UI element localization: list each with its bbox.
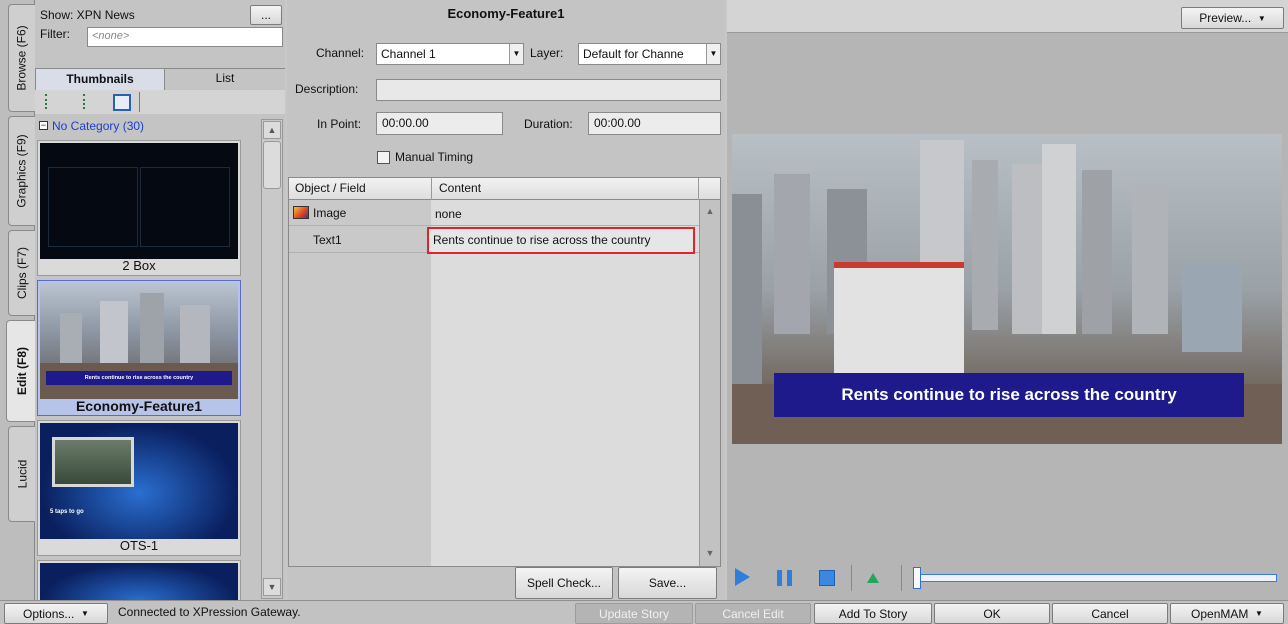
cue-icon[interactable] [867,573,879,583]
description-input[interactable] [376,79,721,101]
duration-input[interactable]: 00:00.00 [588,112,721,135]
openmam-button[interactable]: OpenMAM ▼ [1170,603,1284,624]
play-icon[interactable] [735,568,750,586]
timeline-slider-handle[interactable] [913,567,921,589]
editor-title: Economy-Feature1 [447,6,565,21]
content-column [431,200,699,566]
browse-panel: Show: XPN News ... Filter: <none> Thumbn… [35,0,285,601]
tab-list[interactable]: List [165,68,285,90]
cancel-button[interactable]: Cancel [1052,603,1168,624]
preview-button[interactable]: Preview... ▼ [1181,7,1284,29]
in-point-label: In Point: [317,117,362,131]
thumbnail-image [40,143,238,259]
preview-panel: Preview... ▼ Rents continue to rise acro… [727,0,1288,600]
duration-label: Duration: [524,117,573,131]
add-to-story-button[interactable]: Add To Story [814,603,932,624]
ok-button[interactable]: OK [934,603,1050,624]
frame-icon[interactable] [113,94,131,111]
thumbnail-economy-feature1[interactable]: Rents continue to rise across the countr… [37,280,241,416]
text1-content-field[interactable]: Rents continue to rise across the countr… [427,227,695,254]
category-header[interactable]: No Category (30) [52,116,144,136]
tree-view-icon[interactable] [45,94,59,109]
table-row[interactable]: Text1 Rents continue to rise across the … [289,227,699,254]
table-row[interactable]: Image none [289,201,699,226]
description-label: Description: [295,82,359,96]
collapse-category-icon[interactable]: − [39,121,48,130]
thumbnail-image [40,563,238,601]
chevron-down-icon: ▼ [81,609,89,618]
tab-lucid[interactable]: Lucid [8,426,35,522]
channel-label: Channel: [316,46,365,60]
cancel-edit-button[interactable]: Cancel Edit [695,603,811,624]
column-header-content[interactable]: Content [439,181,481,195]
thumbnail-ots-1[interactable]: 5 taps to go OTS-1 [37,420,241,556]
in-point-input[interactable]: 00:00.00 [376,112,503,135]
tab-browse[interactable]: Browse (F6) [8,4,35,112]
filter-label: Filter: [40,27,70,41]
show-label: Show: XPN News [40,8,135,22]
filter-input[interactable]: <none> [87,27,283,47]
thumbnail-image: Rents continue to rise across the countr… [40,283,238,399]
spell-check-button[interactable]: Spell Check... [515,567,613,599]
chevron-down-icon[interactable]: ▼ [706,44,720,64]
tab-graphics[interactable]: Graphics (F9) [8,116,35,226]
tab-edit[interactable]: Edit (F8) [6,320,36,422]
image-icon [293,206,309,219]
update-story-button[interactable]: Update Story [575,603,693,624]
chevron-down-icon: ▼ [1255,609,1263,618]
stop-icon[interactable] [819,570,835,586]
thumbnail-label: OTS-1 [119,538,159,553]
manual-timing-checkbox[interactable] [377,151,390,164]
scroll-down-icon[interactable]: ▼ [701,544,719,562]
pause-icon[interactable] [777,570,782,586]
preview-lower-third: Rents continue to rise across the countr… [774,373,1244,417]
tab-thumbnails[interactable]: Thumbnails [35,68,165,90]
status-bar: Options... ▼ Connected to XPression Gate… [0,600,1288,624]
toolbar-divider [139,92,140,112]
scroll-up-icon[interactable]: ▲ [701,202,719,220]
scroll-up-icon[interactable]: ▲ [263,121,281,139]
thumbnail-label: 2 Box [122,258,156,273]
vertical-tab-strip: Browse (F6) Graphics (F9) Clips (F7) Edi… [0,0,36,600]
scroll-thumb[interactable] [263,141,281,189]
save-button[interactable]: Save... [618,567,717,599]
options-button[interactable]: Options... ▼ [4,603,108,624]
row-field: Text1 [313,233,342,247]
column-header-field[interactable]: Object / Field [295,181,366,195]
layer-select[interactable]: Default for Channe ▼ [578,43,721,65]
thumbnail-caption: Rents continue to rise across the countr… [46,371,232,385]
chevron-down-icon: ▼ [1257,13,1266,23]
row-content[interactable]: none [435,207,462,221]
thumbnail-2-box[interactable]: 2 Box [37,140,241,276]
table-header: Object / Field Content [289,178,720,200]
view-toolbar [35,90,285,114]
table-scrollbar[interactable]: ▲ ▼ [699,200,720,566]
preview-video-frame: Rents continue to rise across the countr… [732,134,1282,444]
thumbnail-next[interactable] [37,560,241,601]
tab-clips[interactable]: Clips (F7) [8,230,35,316]
tree-collapse-icon[interactable] [83,94,93,109]
scroll-down-icon[interactable]: ▼ [263,578,281,596]
manual-timing-label: Manual Timing [395,150,474,164]
row-field: Image [313,206,347,220]
field-table: Object / Field Content Image none Text1 … [288,177,721,567]
timeline-track[interactable] [913,574,1277,582]
show-more-button[interactable]: ... [250,5,282,25]
thumbnail-image: 5 taps to go [40,423,238,539]
browse-scrollbar[interactable]: ▲ ▼ [261,119,283,599]
layer-label: Layer: [530,46,564,60]
chevron-down-icon[interactable]: ▼ [509,44,523,64]
thumbnail-label: Economy-Feature1 [75,398,203,414]
channel-select[interactable]: Channel 1 ▼ [376,43,524,65]
thumbnail-caption: 5 taps to go [50,509,84,515]
connection-status: Connected to XPression Gateway. [118,605,301,619]
